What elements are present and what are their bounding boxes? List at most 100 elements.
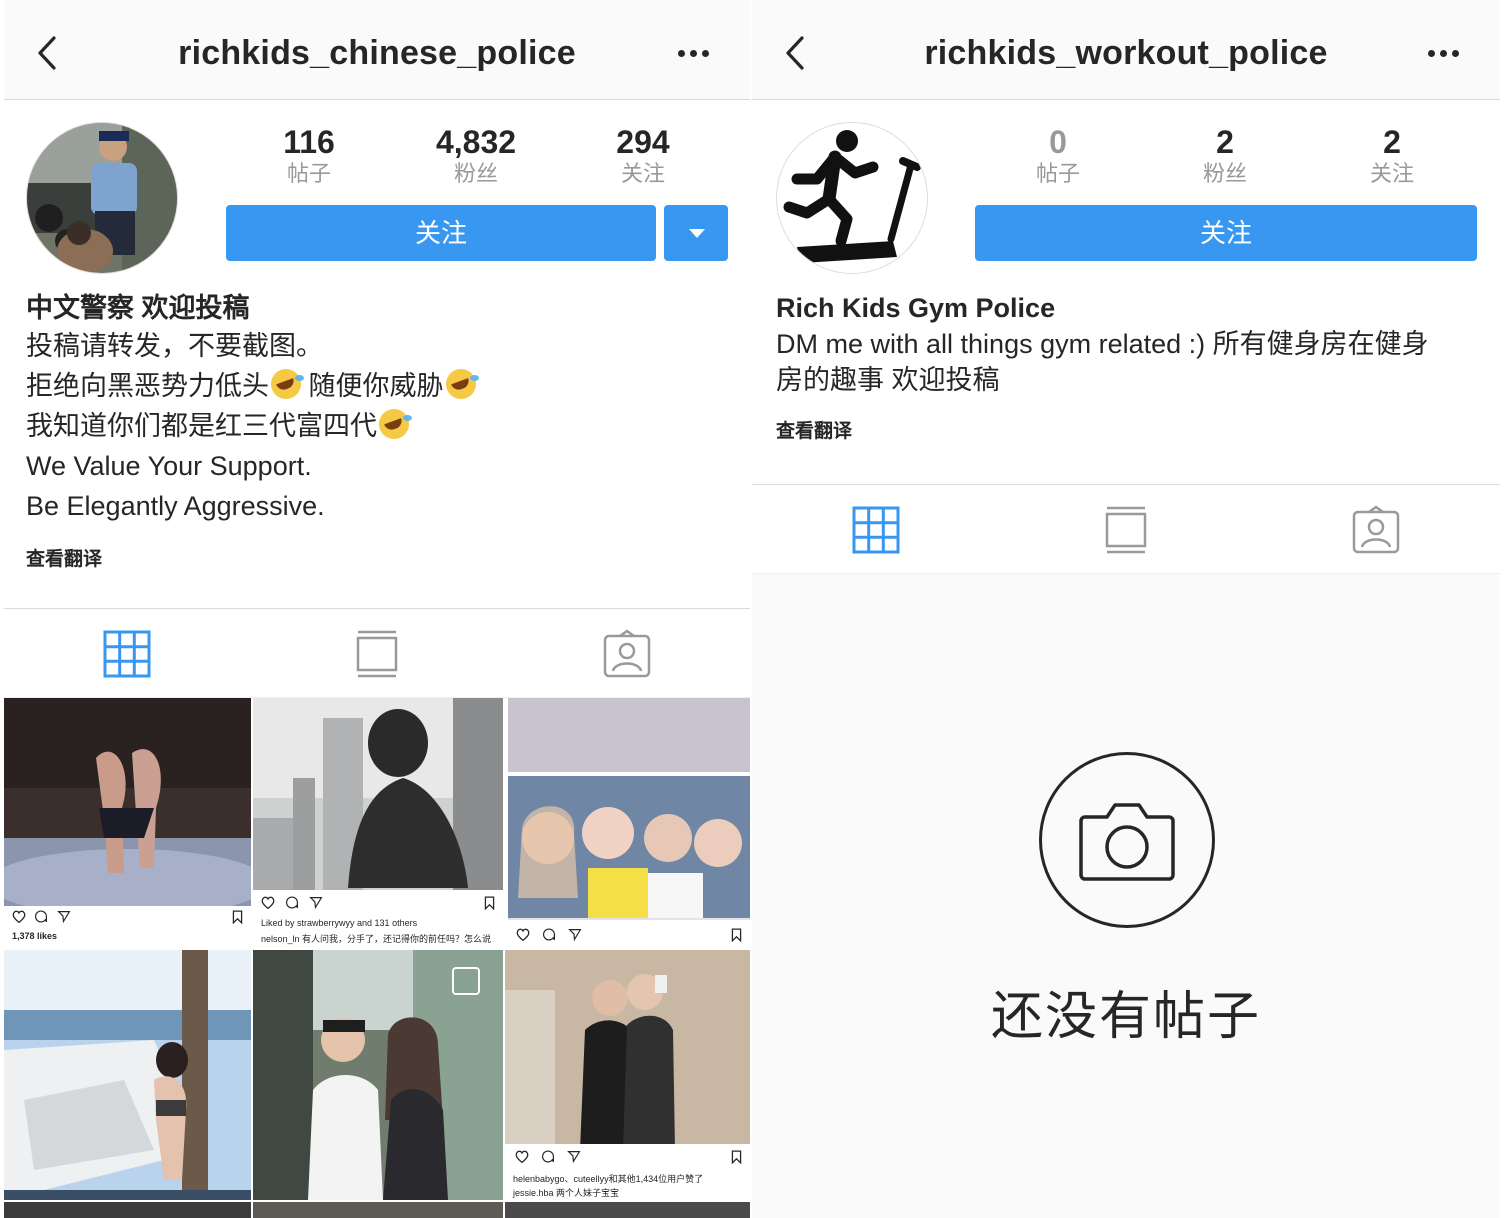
bio-line: DM me with all things gym related :) 所有健…: [776, 329, 1429, 359]
rofl-emoji-icon: [379, 409, 412, 439]
rofl-emoji-icon: [271, 369, 304, 399]
treadmill-runner-icon: [777, 123, 927, 273]
heart-icon[interactable]: [12, 910, 26, 923]
following-count: 2: [1383, 124, 1401, 160]
posts-count: 0: [1049, 124, 1067, 160]
post-image: [253, 950, 503, 1200]
avatar-photo: [27, 123, 177, 273]
post-thumbnail[interactable]: helenbabygo、cuteellyy和其他1,434位用户赞了 jessi…: [505, 950, 750, 1200]
post-thumbnail[interactable]: [505, 1202, 750, 1218]
camera-icon: [1079, 803, 1175, 881]
rofl-emoji-icon: [445, 369, 479, 399]
follow-button[interactable]: 关注: [975, 205, 1477, 261]
followers-count: 4,832: [435, 124, 517, 160]
post-thumbnail[interactable]: [508, 698, 750, 948]
post-action-bar: 1,378 likes: [4, 906, 251, 948]
feed-icon[interactable]: [352, 629, 402, 679]
post-thumbnail[interactable]: [4, 1202, 251, 1218]
see-translation-link[interactable]: 查看翻译: [776, 416, 1476, 443]
see-translation-link[interactable]: 查看翻译: [26, 544, 726, 571]
more-options-icon[interactable]: [678, 50, 710, 58]
bio-line: 投稿请转发，不要截图。: [26, 331, 323, 361]
tagged-icon[interactable]: [1351, 505, 1401, 555]
top-nav-bar: richkids_chinese_police: [4, 0, 750, 100]
follow-button[interactable]: 关注: [226, 205, 656, 261]
post-thumbnail[interactable]: Liked by strawberrywyy and 131 others ne…: [253, 698, 503, 948]
comment-icon[interactable]: [285, 896, 299, 909]
empty-state: 还没有帖子: [752, 574, 1500, 1218]
posts-label: 帖子: [1035, 161, 1080, 186]
comment-icon[interactable]: [34, 910, 48, 923]
post-thumbnail[interactable]: [4, 950, 251, 1200]
stat-followers[interactable]: 4,832 粉丝: [401, 122, 551, 186]
screenshot-composite: richkids_chinese_police 116 帖子 4,832 粉丝 …: [0, 0, 1504, 1218]
posts-label: 帖子: [286, 161, 331, 186]
comment-icon[interactable]: [542, 928, 556, 941]
share-icon[interactable]: [309, 896, 323, 909]
profile-panel-chinese-police: richkids_chinese_police 116 帖子 4,832 粉丝 …: [4, 0, 750, 1218]
suggested-dropdown-button[interactable]: [664, 205, 728, 261]
posts-grid: 1,378 likes Liked by strawberrywyy and 1…: [4, 698, 750, 1218]
post-image: [508, 698, 750, 948]
profile-name: 中文警察 欢迎投稿: [26, 293, 250, 323]
post-image: [4, 950, 251, 1200]
profile-tabs: [4, 608, 750, 698]
posts-count: 116: [283, 124, 335, 160]
stat-followers[interactable]: 2 粉丝: [1150, 122, 1300, 186]
bookmark-icon[interactable]: [484, 896, 495, 910]
comment-icon[interactable]: [541, 1150, 555, 1163]
following-count: 294: [616, 124, 670, 160]
share-icon[interactable]: [567, 1150, 581, 1163]
post-thumbnail[interactable]: [253, 950, 503, 1200]
share-icon[interactable]: [568, 928, 582, 941]
heart-icon[interactable]: [515, 1150, 529, 1163]
bookmark-icon[interactable]: [232, 910, 243, 924]
feed-icon[interactable]: [1101, 505, 1151, 555]
bio-text: 随便你威胁: [301, 371, 444, 401]
camera-circle: [1039, 752, 1215, 928]
post-action-bar: [508, 920, 750, 948]
bookmark-icon[interactable]: [731, 1150, 742, 1164]
stat-following[interactable]: 294 关注: [568, 122, 718, 186]
no-posts-text: 还没有帖子: [990, 988, 1261, 1046]
following-label: 关注: [1369, 161, 1414, 186]
grid-icon[interactable]: [102, 629, 152, 679]
following-label: 关注: [620, 161, 665, 186]
bookmark-icon[interactable]: [731, 928, 742, 942]
stat-posts[interactable]: 0 帖子: [983, 122, 1133, 186]
avatar[interactable]: [26, 122, 178, 274]
stat-following[interactable]: 2 关注: [1317, 122, 1467, 186]
avatar[interactable]: [776, 122, 928, 274]
grid-icon[interactable]: [851, 505, 901, 555]
post-thumbnail[interactable]: 1,378 likes: [4, 698, 251, 948]
more-options-icon[interactable]: [1428, 50, 1460, 58]
followers-label: 粉丝: [453, 161, 498, 186]
followers-count: 2: [1216, 124, 1234, 160]
profile-handle: richkids_workout_police: [924, 34, 1328, 72]
bio-line: We Value Your Support.: [26, 451, 312, 481]
bio-line: 我知道你们都是红三代富四代: [26, 406, 726, 446]
post-thumbnail[interactable]: [253, 1202, 503, 1218]
heart-icon[interactable]: [261, 896, 275, 909]
bio-text: 我知道你们都是红三代富四代: [26, 411, 377, 441]
profile-bio: 中文警察 欢迎投稿 投稿请转发，不要截图。 拒绝向黑恶势力低头 随便你威胁 我知…: [26, 290, 726, 571]
stat-posts[interactable]: 116 帖子: [234, 122, 384, 186]
likes-text: Liked by strawberrywyy and 131 others: [261, 918, 418, 928]
share-icon[interactable]: [57, 910, 71, 923]
bio-line: Be Elegantly Aggressive.: [26, 491, 325, 521]
profile-tabs: [752, 484, 1500, 574]
caption-text: jessie.hba 两个人妹子宝宝: [513, 1188, 620, 1198]
top-nav-bar: richkids_workout_police: [752, 0, 1500, 100]
heart-icon[interactable]: [516, 928, 530, 941]
profile-name: Rich Kids Gym Police: [776, 293, 1056, 323]
profile-handle: richkids_chinese_police: [178, 34, 576, 72]
bio-text: 拒绝向黑恶势力低头: [26, 371, 269, 401]
caption-text: nelson_ln 有人问我，分手了，还记得你的前任吗？怎么说: [261, 934, 492, 944]
post-action-bar: helenbabygo、cuteellyy和其他1,434位用户赞了 jessi…: [505, 1144, 750, 1200]
profile-panel-workout-police: richkids_workout_police 0 帖子 2 粉丝 2 关注 关…: [752, 0, 1500, 1218]
profile-bio: Rich Kids Gym Police DM me with all thin…: [776, 290, 1476, 443]
post-action-bar: Liked by strawberrywyy and 131 others ne…: [253, 890, 503, 948]
bio-line: 房的趣事 欢迎投稿: [776, 365, 1000, 395]
tagged-icon[interactable]: [602, 629, 652, 679]
likes-count: 1,378 likes: [12, 931, 58, 941]
